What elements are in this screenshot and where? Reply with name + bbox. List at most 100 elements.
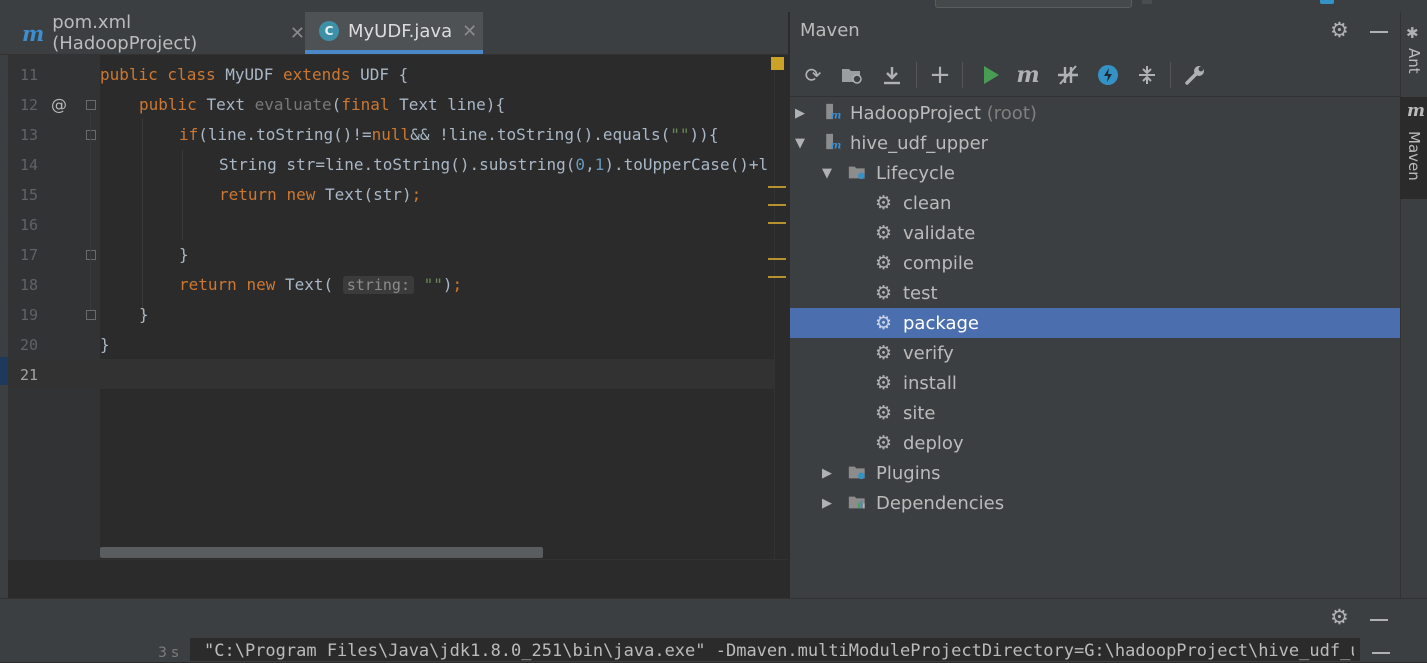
toggle-offline-icon[interactable] [1053,60,1083,90]
toolbar-separator [916,62,917,88]
wrench-icon[interactable] [1180,60,1210,90]
warning-mark[interactable] [768,186,786,188]
tree-item-hive-udf-upper[interactable]: ▼ m hive_udf_upper [790,128,1400,158]
search-field[interactable] [935,0,1132,8]
override-marker-icon[interactable]: @ [51,95,67,114]
maven-tool-tab[interactable]: m Maven [1400,97,1427,199]
skip-tests-icon[interactable] [1093,60,1123,90]
download-icon[interactable] [877,60,907,90]
java-class-icon: C [319,21,339,41]
lifecycle-phase-install[interactable]: ⚙ install [790,368,1400,398]
collapse-arrow-icon[interactable]: ▼ [795,136,805,151]
toolbar-button[interactable] [1142,0,1152,4]
tree-item-label: test [903,282,938,304]
gear-icon: ⚙ [875,222,893,244]
horizontal-scrollbar[interactable] [100,547,543,558]
ant-tool-tab[interactable]: ✱ Ant [1400,20,1427,88]
editor-left-edge [0,55,8,598]
code-line-19: } [139,305,149,324]
line-number: 21 [19,366,38,384]
gear-icon: ⚙ [875,252,893,274]
toolbar-button[interactable] [1320,0,1334,4]
reimport-folder-icon[interactable] [837,60,867,90]
dependencies-folder-icon [848,496,865,509]
reload-icon[interactable]: ⟳ [798,60,828,90]
lifecycle-phase-site[interactable]: ⚙ site [790,398,1400,428]
code-line-20: } [100,335,110,354]
tree-item-label: install [903,372,957,394]
run-icon[interactable] [976,60,1006,90]
editor-tab-bar: m pom.xml (HadoopProject) ✕ C MyUDF.java… [0,12,788,55]
gear-icon: ⚙ [875,342,893,364]
collapse-all-icon[interactable] [1132,60,1162,90]
editor-footer [8,559,788,599]
line-number: 19 [19,306,38,324]
add-icon[interactable]: + [925,60,955,90]
fold-marker-icon[interactable] [86,310,96,320]
lifecycle-phase-clean[interactable]: ⚙ clean [790,188,1400,218]
close-icon[interactable]: ✕ [290,23,305,44]
close-icon[interactable]: ✕ [462,21,477,42]
line-number: 13 [19,126,38,144]
collapse-arrow-icon[interactable]: ▼ [822,166,832,181]
indent-guide [142,118,143,318]
expand-arrow-icon[interactable]: ▶ [822,466,832,481]
plugins-folder-icon [848,466,865,480]
code-line-11: public class MyUDF extends UDF { [100,65,409,84]
warning-mark[interactable] [768,258,786,260]
gear-icon: ⚙ [875,372,893,394]
toolbar-separator [962,62,963,88]
tree-item-label: validate [903,222,976,244]
gear-icon[interactable]: ⚙ [1330,18,1349,42]
fold-marker-icon[interactable] [86,100,96,110]
error-stripe[interactable] [774,55,789,559]
line-number: 17 [19,246,38,264]
code-line-12: public Text evaluate(final Text line){ [139,95,506,114]
tab-pom-xml[interactable]: m pom.xml (HadoopProject) ✕ [0,12,305,54]
fold-marker-icon[interactable] [86,250,96,260]
gear-icon: ⚙ [875,432,893,454]
expand-arrow-icon[interactable]: ▶ [795,106,805,121]
tree-item-label: Lifecycle [876,162,955,184]
gear-icon: ⚙ [875,402,893,424]
warning-status-icon[interactable] [771,57,784,70]
tree-item-label: Plugins [876,462,941,484]
warning-mark[interactable] [768,276,786,278]
warning-mark[interactable] [768,204,786,206]
code-line-15: return new Text(str); [219,185,422,204]
lifecycle-phase-package[interactable]: ⚙ package [790,308,1400,338]
maven-panel-title: Maven [800,20,860,41]
lifecycle-phase-validate[interactable]: ⚙ validate [790,218,1400,248]
gear-icon[interactable]: ⚙ [1330,605,1349,629]
maven-tab-label: Maven [1405,131,1423,181]
parameter-hint: string: [342,276,414,294]
tree-item-plugins[interactable]: ▶ Plugins [790,458,1400,488]
maven-module-icon: m [826,133,841,150]
scroll-to-end-icon[interactable] [1372,652,1390,654]
gear-icon: ⚙ [875,282,893,304]
minimize-icon[interactable] [1370,31,1388,33]
top-toolbar-strip [0,0,1427,12]
fold-marker-icon[interactable] [86,130,96,140]
expand-arrow-icon[interactable]: ▶ [822,496,832,511]
indent-guide [182,150,183,240]
maven-m-icon: m [22,20,45,46]
minimize-icon[interactable] [1370,619,1388,621]
tab-label: MyUDF.java [348,20,453,42]
tree-item-label: HadoopProject (root) [850,102,1037,124]
execute-goal-icon[interactable]: m [1013,60,1043,90]
tree-item-hadoopproject[interactable]: ▶ m HadoopProject (root) [790,98,1400,128]
warning-mark[interactable] [768,222,786,224]
code-line-17: } [179,245,189,264]
tab-myudf-java[interactable]: C MyUDF.java ✕ [305,12,483,54]
lifecycle-phase-compile[interactable]: ⚙ compile [790,248,1400,278]
tree-item-label: hive_udf_upper [850,132,989,154]
lifecycle-phase-deploy[interactable]: ⚙ deploy [790,428,1400,458]
tree-item-label: verify [903,342,954,364]
lifecycle-phase-verify[interactable]: ⚙ verify [790,338,1400,368]
lifecycle-phase-test[interactable]: ⚙ test [790,278,1400,308]
line-number: 18 [19,276,38,294]
toolbar-separator [1170,62,1171,88]
tree-item-lifecycle[interactable]: ▼ Lifecycle [790,158,1400,188]
tree-item-dependencies[interactable]: ▶ Dependencies [790,488,1400,518]
